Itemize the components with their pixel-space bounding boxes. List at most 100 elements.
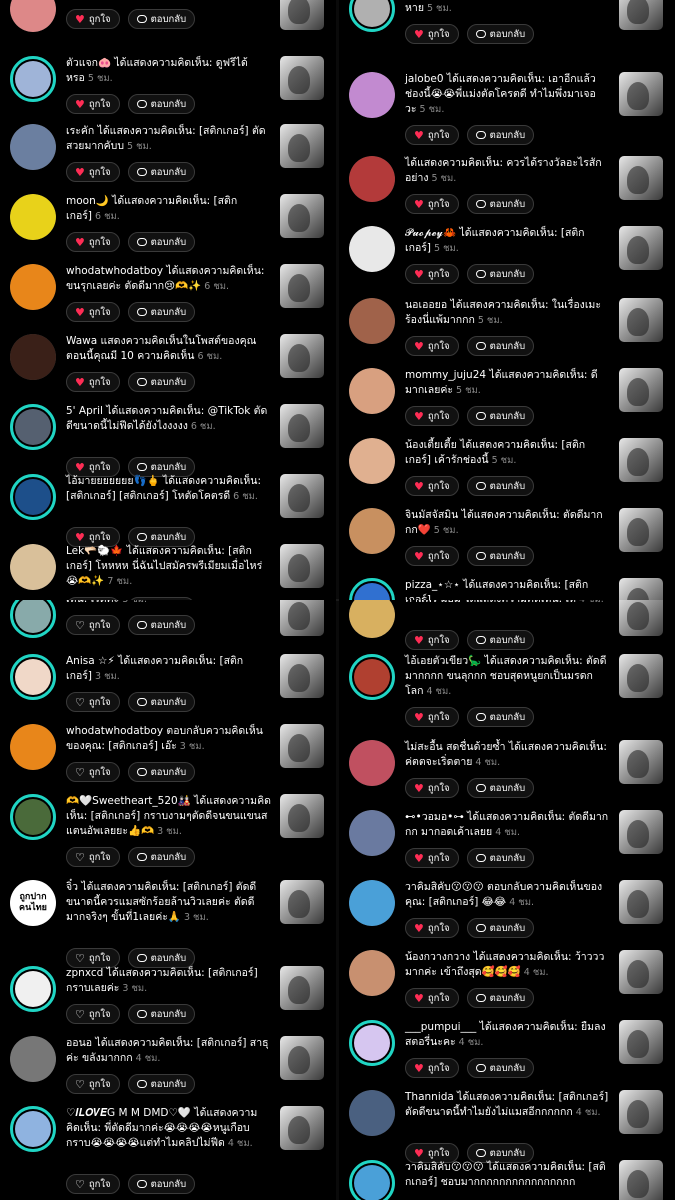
reply-button[interactable]: ตอบกลับ — [466, 194, 535, 214]
like-button[interactable]: ♥ถูกใจ — [405, 24, 459, 44]
video-thumbnail[interactable] — [280, 124, 324, 168]
video-thumbnail[interactable] — [280, 56, 324, 100]
avatar[interactable] — [349, 578, 395, 600]
video-thumbnail[interactable] — [280, 724, 324, 768]
reply-button[interactable]: ตอบกลับ — [466, 336, 535, 356]
notification-text[interactable]: whodatwhodatboy ได้แสดงความคิดเห็น: ขนรุ… — [66, 264, 271, 294]
reply-button[interactable]: ตอบกลับ — [466, 264, 535, 284]
avatar[interactable] — [10, 966, 56, 1012]
avatar[interactable] — [10, 1036, 56, 1082]
reply-button[interactable]: ตอบกลับ — [127, 1004, 196, 1024]
like-button[interactable]: ♥ถูกใจ — [405, 476, 459, 496]
notification-text[interactable]: pizza_⋆☆⋆ ได้แสดงความคิดเห็น: [สติกเกอร์… — [405, 578, 610, 600]
video-thumbnail[interactable] — [280, 1036, 324, 1080]
comment-notification-item[interactable]: น้องเตี้ยเตี้ย ได้แสดงความคิดเห็น: [สติก… — [339, 438, 675, 508]
avatar[interactable] — [10, 264, 56, 310]
comment-notification-item[interactable]: @ไม่สะอื้น สดชื่นด้วยซ้ำ ไอ้มายก้อตัดดีช… — [339, 0, 675, 56]
avatar[interactable] — [349, 156, 395, 202]
avatar[interactable] — [349, 880, 395, 926]
notification-text[interactable]: jalobe0 ได้แสดงความคิดเห็น: เอาอีกแล้วช่… — [405, 72, 610, 117]
avatar[interactable] — [349, 368, 395, 414]
comment-notification-item[interactable]: pizza_⋆☆⋆ ได้แสดงความคิดเห็น: [สติกเกอร์… — [339, 578, 675, 600]
notification-text[interactable]: zpnxcd ได้แสดงความคิดเห็น: [สติกเกอร์] ก… — [66, 966, 271, 996]
comment-notification-item[interactable]: ออนอ ได้แสดงความคิดเห็น: [สติกเกอร์] สาธ… — [0, 1036, 336, 1106]
comment-notification-item[interactable]: mommy_juju24 ได้แสดงความคิดเห็น: ดีมากเล… — [339, 368, 675, 438]
avatar[interactable] — [10, 654, 56, 700]
comment-notification-item[interactable]: whodatwhodatboy ตอบกลับความคิดเห็นของคุณ… — [0, 724, 336, 794]
reply-button[interactable]: ตอบกลับ — [466, 406, 535, 426]
avatar[interactable] — [10, 0, 56, 32]
video-thumbnail[interactable] — [280, 1106, 324, 1150]
like-button[interactable]: ♡ ถูกใจ — [66, 1174, 120, 1194]
reply-button[interactable]: ตอบกลับ — [127, 1074, 196, 1094]
comment-notification-item[interactable]: ได้แสดงความคิดเห็น: ควรได้รางวัลอะไรสักอ… — [339, 156, 675, 226]
like-button[interactable]: ♡ ถูกใจ — [66, 615, 120, 635]
notification-text[interactable]: นอเออยอ ได้แสดงความคิดเห็น: ในเรื่องเมะร… — [405, 298, 610, 328]
avatar[interactable] — [10, 474, 56, 520]
notification-text[interactable]: moon🌙 ได้แสดงความคิดเห็น: [สติกเกอร์] 6 ช… — [66, 194, 271, 224]
video-thumbnail[interactable] — [280, 264, 324, 308]
like-button[interactable]: ♥ถูกใจ — [66, 94, 120, 114]
like-button[interactable]: ♥ถูกใจ — [405, 125, 459, 145]
notification-text[interactable]: @ไม่สะอื้น สดชื่นด้วยซ้ำ ไอ้มายก้อตัดดีช… — [405, 0, 610, 16]
comment-notification-item[interactable]: น้องกวางกวาง ได้แสดงความคิดเห็น: ว้าวววม… — [339, 950, 675, 1020]
video-thumbnail[interactable] — [619, 950, 663, 994]
like-button[interactable]: ♥ถูกใจ — [405, 264, 459, 284]
notification-text[interactable]: เระคัก ได้แสดงความคิดเห็น: [สติกเกอร์] ต… — [66, 124, 271, 154]
like-button[interactable]: ♥ถูกใจ — [405, 778, 459, 798]
notification-text[interactable]: ไม่สะอื้น สดชื่นด้วยซ้ำ ได้แสดงความคิดเห… — [405, 740, 610, 770]
notification-text[interactable]: น้องเตี้ยเตี้ย ได้แสดงความคิดเห็น: [สติก… — [405, 438, 610, 468]
comment-notification-item[interactable]: moon🌙 ได้แสดงความคิดเห็น: [สติกเกอร์] 6 ช… — [0, 194, 336, 264]
video-thumbnail[interactable] — [619, 1160, 663, 1200]
notification-text[interactable]: Anisa ☆⚡ ได้แสดงความคิดเห็น: [สติกเกอร์]… — [66, 654, 271, 684]
reply-button[interactable]: ตอบกลับ — [466, 778, 535, 798]
reply-button[interactable]: ตอบกลับ — [466, 988, 535, 1008]
comment-notification-item[interactable]: ⊷•วอมอ•⊶ ได้แสดงความคิดเห็น: ตัดดีมากกก … — [339, 810, 675, 880]
avatar[interactable] — [10, 724, 56, 770]
reply-button[interactable]: ตอบกลับ — [466, 546, 535, 566]
avatar[interactable]: ถูกปาก คนไทย — [10, 880, 56, 926]
notification-list-top-left[interactable]: ฟิตหน่อยแม่ มันดีมากกกก😭5 ชม.♥ถูกใจตอบกล… — [0, 0, 336, 600]
video-thumbnail[interactable] — [619, 368, 663, 412]
notification-text[interactable]: 🫶🤍Sweetheart_520🎎 ได้แสดงความคิดเห็น: [ส… — [66, 794, 271, 839]
like-button[interactable]: ♥ถูกใจ — [405, 406, 459, 426]
comment-notification-item[interactable]: zpnxcd ได้แสดงความคิดเห็น: [สติกเกอร์] ก… — [0, 966, 336, 1036]
like-button[interactable]: ♥ถูกใจ — [66, 9, 120, 29]
video-thumbnail[interactable] — [280, 880, 324, 924]
like-button[interactable]: ♥ถูกใจ — [405, 630, 459, 650]
comment-notification-item[interactable]: ___pumpui___ ได้แสดงความคิดเห็น: ยืมลงสต… — [339, 1020, 675, 1090]
video-thumbnail[interactable] — [619, 740, 663, 784]
avatar[interactable] — [349, 740, 395, 786]
like-button[interactable]: ♥ถูกใจ — [405, 336, 459, 356]
comment-notification-item[interactable]: Lek🫳🏻🐑🍁 ได้แสดงความคิดเห็น: [สติกเกอร์] … — [0, 544, 336, 600]
notification-text[interactable]: whodatwhodatboy ตอบกลับความคิดเห็นของคุณ… — [66, 724, 271, 754]
comment-notification-item[interactable]: Thannida ได้แสดงความคิดเห็น: [สติกเกอร์]… — [339, 1090, 675, 1163]
like-button[interactable]: ♡ ถูกใจ — [66, 1004, 120, 1024]
reply-button[interactable]: ตอบกลับ — [127, 762, 196, 782]
video-thumbnail[interactable] — [619, 226, 663, 270]
avatar[interactable] — [349, 654, 395, 700]
video-thumbnail[interactable] — [280, 474, 324, 518]
video-thumbnail[interactable] — [280, 966, 324, 1010]
video-thumbnail[interactable] — [619, 156, 663, 200]
reply-button[interactable]: ตอบกลับ — [127, 847, 196, 867]
notification-text[interactable]: mommy_juju24 ได้แสดงความคิดเห็น: ดีมากเล… — [405, 368, 610, 398]
notification-text[interactable]: ไอ้เอยตัวเขียว🦕 ได้แสดงความคิดเห็น: ตัดด… — [405, 654, 610, 699]
avatar[interactable] — [349, 298, 395, 344]
avatar[interactable] — [349, 508, 395, 554]
video-thumbnail[interactable] — [619, 0, 663, 30]
comment-notification-item[interactable]: ไอ้เอยตัวเขียว🦕 ได้แสดงความคิดเห็น: ตัดด… — [339, 654, 675, 727]
video-thumbnail[interactable] — [280, 794, 324, 838]
video-thumbnail[interactable] — [280, 544, 324, 588]
avatar[interactable] — [10, 404, 56, 450]
comment-notification-item[interactable]: วาคิมสิคับ😗😗😗 ได้แสดงความคิดเห็น: [สติกเ… — [339, 1160, 675, 1200]
like-button[interactable]: ♡ ถูกใจ — [66, 692, 120, 712]
comment-notification-item[interactable]: ไม่สะอื้น สดชื่นด้วยซ้ำ ได้แสดงความคิดเห… — [339, 740, 675, 810]
reply-button[interactable]: ตอบกลับ — [466, 125, 535, 145]
reply-button[interactable]: ตอบกลับ — [127, 615, 196, 635]
comment-notification-item[interactable]: jalobe0 ได้แสดงความคิดเห็น: เอาอีกแล้วช่… — [339, 72, 675, 145]
notification-text[interactable]: ⊷•วอมอ•⊶ ได้แสดงความคิดเห็น: ตัดดีมากกก … — [405, 810, 610, 840]
video-thumbnail[interactable] — [619, 600, 663, 636]
like-button[interactable]: ♡ ถูกใจ — [66, 948, 120, 968]
avatar[interactable] — [349, 950, 395, 996]
